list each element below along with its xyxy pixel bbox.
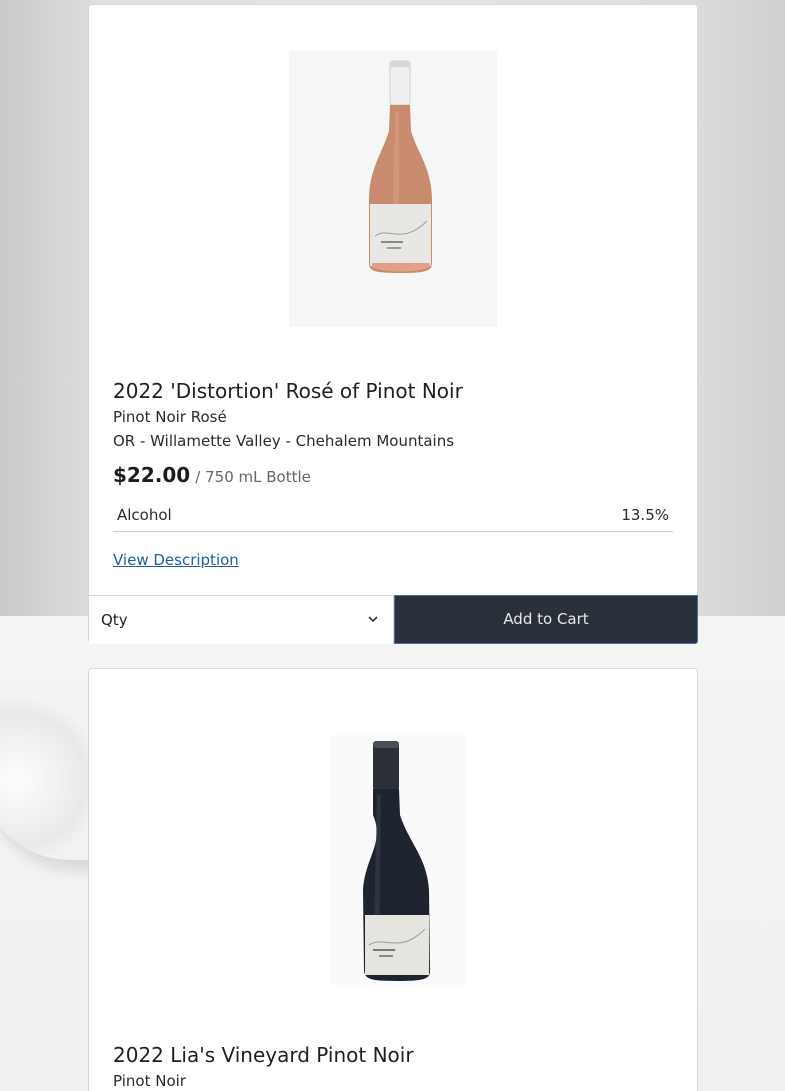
- attribute-row-alcohol: Alcohol 13.5%: [113, 505, 673, 532]
- product-unit: / 750 mL Bottle: [195, 468, 311, 486]
- product-region: OR - Willamette Valley - Chehalem Mounta…: [113, 432, 455, 450]
- quantity-label: Qty: [101, 611, 128, 629]
- product-title[interactable]: 2022 Lia's Vineyard Pinot Noir: [113, 1043, 414, 1067]
- attribute-value: 13.5%: [621, 506, 669, 524]
- quantity-select[interactable]: Qty: [89, 595, 394, 644]
- background-decoration: [0, 700, 100, 860]
- product-price: $22.00: [113, 463, 191, 487]
- product-image[interactable]: [329, 735, 465, 985]
- add-to-cart-button[interactable]: Add to Cart: [394, 595, 698, 644]
- product-varietal: Pinot Noir: [113, 1072, 186, 1090]
- pinot-noir-bottle-image: [363, 741, 430, 981]
- attribute-label: Alcohol: [117, 506, 172, 524]
- product-image[interactable]: [289, 51, 497, 327]
- rose-bottle-image: [369, 60, 432, 273]
- product-varietal: Pinot Noir Rosé: [113, 408, 227, 426]
- product-card: 2022 'Distortion' Rosé of Pinot Noir Pin…: [88, 4, 698, 644]
- chevron-down-icon: [368, 616, 378, 623]
- product-card: 2022 Lia's Vineyard Pinot Noir Pinot Noi…: [88, 668, 698, 1091]
- price-row: $22.00 / 750 mL Bottle: [113, 463, 311, 487]
- view-description-link[interactable]: View Description: [113, 551, 239, 569]
- product-title[interactable]: 2022 'Distortion' Rosé of Pinot Noir: [113, 379, 463, 403]
